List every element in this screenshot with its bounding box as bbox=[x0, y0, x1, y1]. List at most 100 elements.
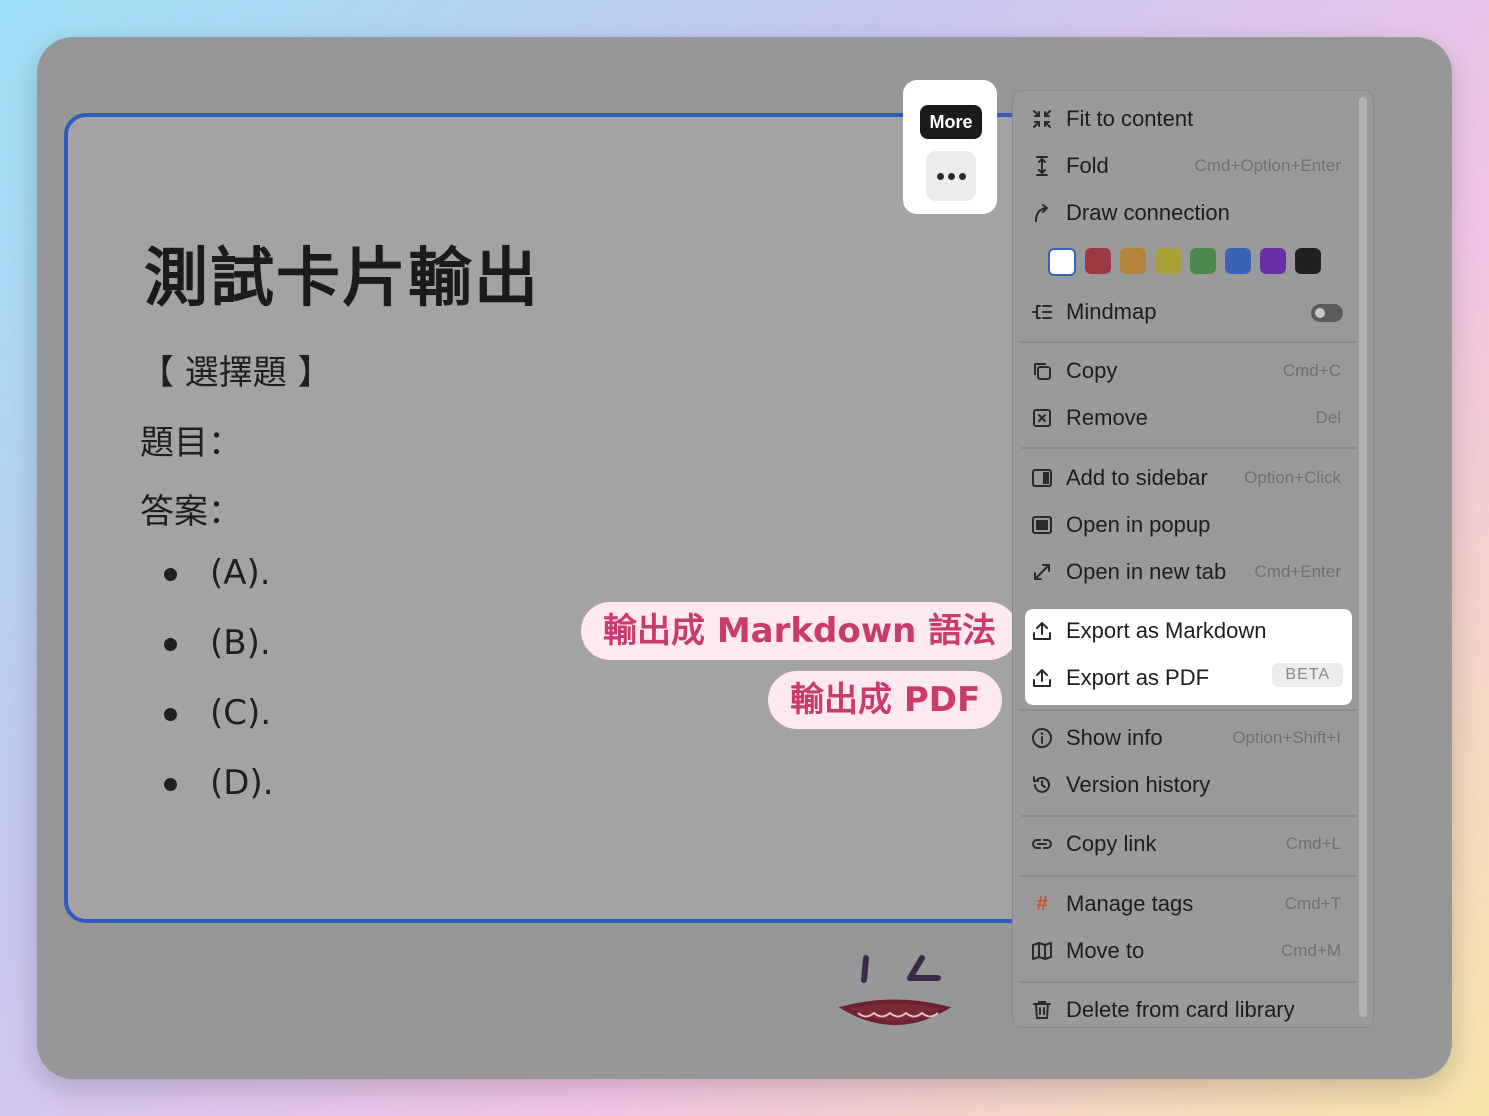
more-button[interactable] bbox=[926, 151, 976, 201]
menu-label: Draw connection bbox=[1066, 200, 1230, 225]
color-swatch-red[interactable] bbox=[1085, 248, 1111, 274]
link-icon bbox=[1031, 833, 1053, 855]
menu-label: Show info bbox=[1066, 725, 1163, 750]
popup-icon bbox=[1031, 514, 1053, 536]
color-swatch-black[interactable] bbox=[1295, 248, 1321, 274]
bullet-icon bbox=[164, 778, 177, 791]
more-tooltip: More bbox=[920, 105, 982, 139]
menu-shortcut: Cmd+Enter bbox=[1254, 562, 1341, 581]
menu-label: Export as PDF bbox=[1066, 665, 1210, 690]
dot-icon bbox=[936, 172, 944, 180]
dot-icon bbox=[947, 172, 955, 180]
toggle-knob bbox=[1315, 308, 1325, 318]
menu-label: Add to sidebar bbox=[1066, 465, 1208, 490]
export-icon bbox=[1031, 620, 1053, 642]
map-icon bbox=[1031, 940, 1053, 962]
color-swatch-orange[interactable] bbox=[1120, 248, 1146, 274]
menu-item-copy-link[interactable]: Copy link Cmd+L bbox=[1013, 823, 1357, 867]
mindmap-icon bbox=[1031, 301, 1053, 323]
callout-markdown: 輸出成 Markdown 語法 bbox=[581, 602, 1019, 660]
history-icon bbox=[1031, 774, 1053, 796]
hash-icon: # bbox=[1036, 893, 1048, 915]
menu-label: Open in popup bbox=[1066, 512, 1211, 537]
menu-shortcut: Del bbox=[1315, 408, 1341, 427]
card-section-heading: 【 選擇題 】 bbox=[140, 353, 332, 393]
menu-divider bbox=[1021, 709, 1357, 711]
card[interactable]: 測試卡片輸出 【 選擇題 】 題目： 答案： (A). (B). (C). (D… bbox=[64, 113, 1072, 923]
card-title: 測試卡片輸出 bbox=[144, 242, 540, 316]
mindmap-toggle[interactable] bbox=[1311, 304, 1343, 322]
color-swatch-none[interactable] bbox=[1048, 248, 1076, 276]
menu-scrollbar[interactable] bbox=[1359, 97, 1367, 1017]
menu-label: Move to bbox=[1066, 938, 1145, 963]
color-swatch-green[interactable] bbox=[1190, 248, 1216, 274]
menu-label: Copy link bbox=[1066, 831, 1157, 856]
beta-badge: BETA bbox=[1272, 663, 1343, 687]
menu-item-remove[interactable]: Remove Del bbox=[1013, 397, 1357, 441]
menu-label: Remove bbox=[1066, 405, 1148, 430]
menu-item-open-in-popup[interactable]: Open in popup bbox=[1013, 504, 1357, 548]
menu-label: Manage tags bbox=[1066, 891, 1194, 916]
menu-label: Version history bbox=[1066, 772, 1211, 797]
menu-shortcut: Cmd+C bbox=[1282, 361, 1341, 380]
context-menu: Fit to content Fold Cmd+Option+Enter Dra… bbox=[1012, 90, 1374, 1028]
menu-item-manage-tags[interactable]: # Manage tags Cmd+T bbox=[1013, 883, 1357, 927]
remove-icon bbox=[1031, 407, 1053, 429]
menu-label: Copy bbox=[1066, 358, 1118, 383]
menu-shortcut: Option+Click bbox=[1244, 468, 1341, 487]
bullet-icon bbox=[164, 568, 177, 581]
option-c: (C). bbox=[210, 693, 272, 733]
menu-shortcut: Cmd+L bbox=[1285, 834, 1341, 853]
menu-item-add-to-sidebar[interactable]: Add to sidebar Option+Click bbox=[1013, 457, 1357, 501]
menu-divider bbox=[1021, 981, 1357, 983]
menu-shortcut: Cmd+M bbox=[1281, 941, 1341, 960]
fit-icon bbox=[1031, 108, 1053, 130]
menu-item-move-to[interactable]: Move to Cmd+M bbox=[1013, 930, 1357, 974]
dot-icon bbox=[958, 172, 966, 180]
menu-item-delete-from-library[interactable]: Delete from card library bbox=[1013, 989, 1357, 1027]
option-b: (B). bbox=[210, 623, 271, 663]
info-icon bbox=[1031, 727, 1053, 749]
sidebar-icon bbox=[1031, 467, 1053, 489]
trash-icon bbox=[1031, 999, 1053, 1021]
menu-label: Open in new tab bbox=[1066, 559, 1227, 584]
menu-divider bbox=[1021, 447, 1357, 449]
menu-item-export-pdf[interactable]: Export as PDF BETA bbox=[1013, 657, 1357, 701]
menu-item-draw-connection[interactable]: Draw connection bbox=[1013, 192, 1357, 236]
color-swatch-yellow[interactable] bbox=[1155, 248, 1181, 274]
menu-item-mindmap[interactable]: Mindmap bbox=[1013, 291, 1357, 335]
option-a: (A). bbox=[210, 553, 271, 593]
option-d: (D). bbox=[210, 763, 274, 803]
copy-icon bbox=[1031, 360, 1053, 382]
menu-divider bbox=[1021, 341, 1357, 343]
color-swatch-purple[interactable] bbox=[1260, 248, 1286, 274]
menu-label: Delete from card library bbox=[1066, 997, 1295, 1022]
menu-label: Mindmap bbox=[1066, 299, 1157, 324]
color-swatch-blue[interactable] bbox=[1225, 248, 1251, 274]
menu-item-fit-to-content[interactable]: Fit to content bbox=[1013, 98, 1357, 142]
menu-divider bbox=[1021, 875, 1357, 877]
menu-shortcut: Cmd+Option+Enter bbox=[1194, 156, 1341, 175]
fold-icon bbox=[1031, 155, 1053, 177]
menu-label: Fold bbox=[1066, 153, 1109, 178]
connection-arrow-icon bbox=[1031, 202, 1053, 224]
callout-pdf: 輸出成 PDF bbox=[768, 671, 1003, 729]
export-icon bbox=[1031, 667, 1053, 689]
menu-shortcut: Option+Shift+I bbox=[1232, 728, 1341, 747]
expand-icon bbox=[1031, 561, 1053, 583]
mascot-face-icon bbox=[838, 955, 952, 1025]
more-control: More bbox=[903, 80, 997, 214]
menu-item-version-history[interactable]: Version history bbox=[1013, 764, 1357, 808]
menu-item-copy[interactable]: Copy Cmd+C bbox=[1013, 350, 1357, 394]
menu-label: Export as Markdown bbox=[1066, 618, 1267, 643]
bullet-icon bbox=[164, 708, 177, 721]
card-answer-label: 答案： bbox=[140, 492, 242, 532]
bullet-icon bbox=[164, 638, 177, 651]
menu-item-export-markdown[interactable]: Export as Markdown bbox=[1013, 610, 1357, 654]
menu-item-show-info[interactable]: Show info Option+Shift+I bbox=[1013, 717, 1357, 761]
menu-item-open-in-new-tab[interactable]: Open in new tab Cmd+Enter bbox=[1013, 551, 1357, 595]
menu-item-fold[interactable]: Fold Cmd+Option+Enter bbox=[1013, 145, 1357, 189]
menu-shortcut: Cmd+T bbox=[1284, 894, 1341, 913]
card-question-label: 題目： bbox=[140, 423, 242, 463]
menu-divider bbox=[1021, 815, 1357, 817]
